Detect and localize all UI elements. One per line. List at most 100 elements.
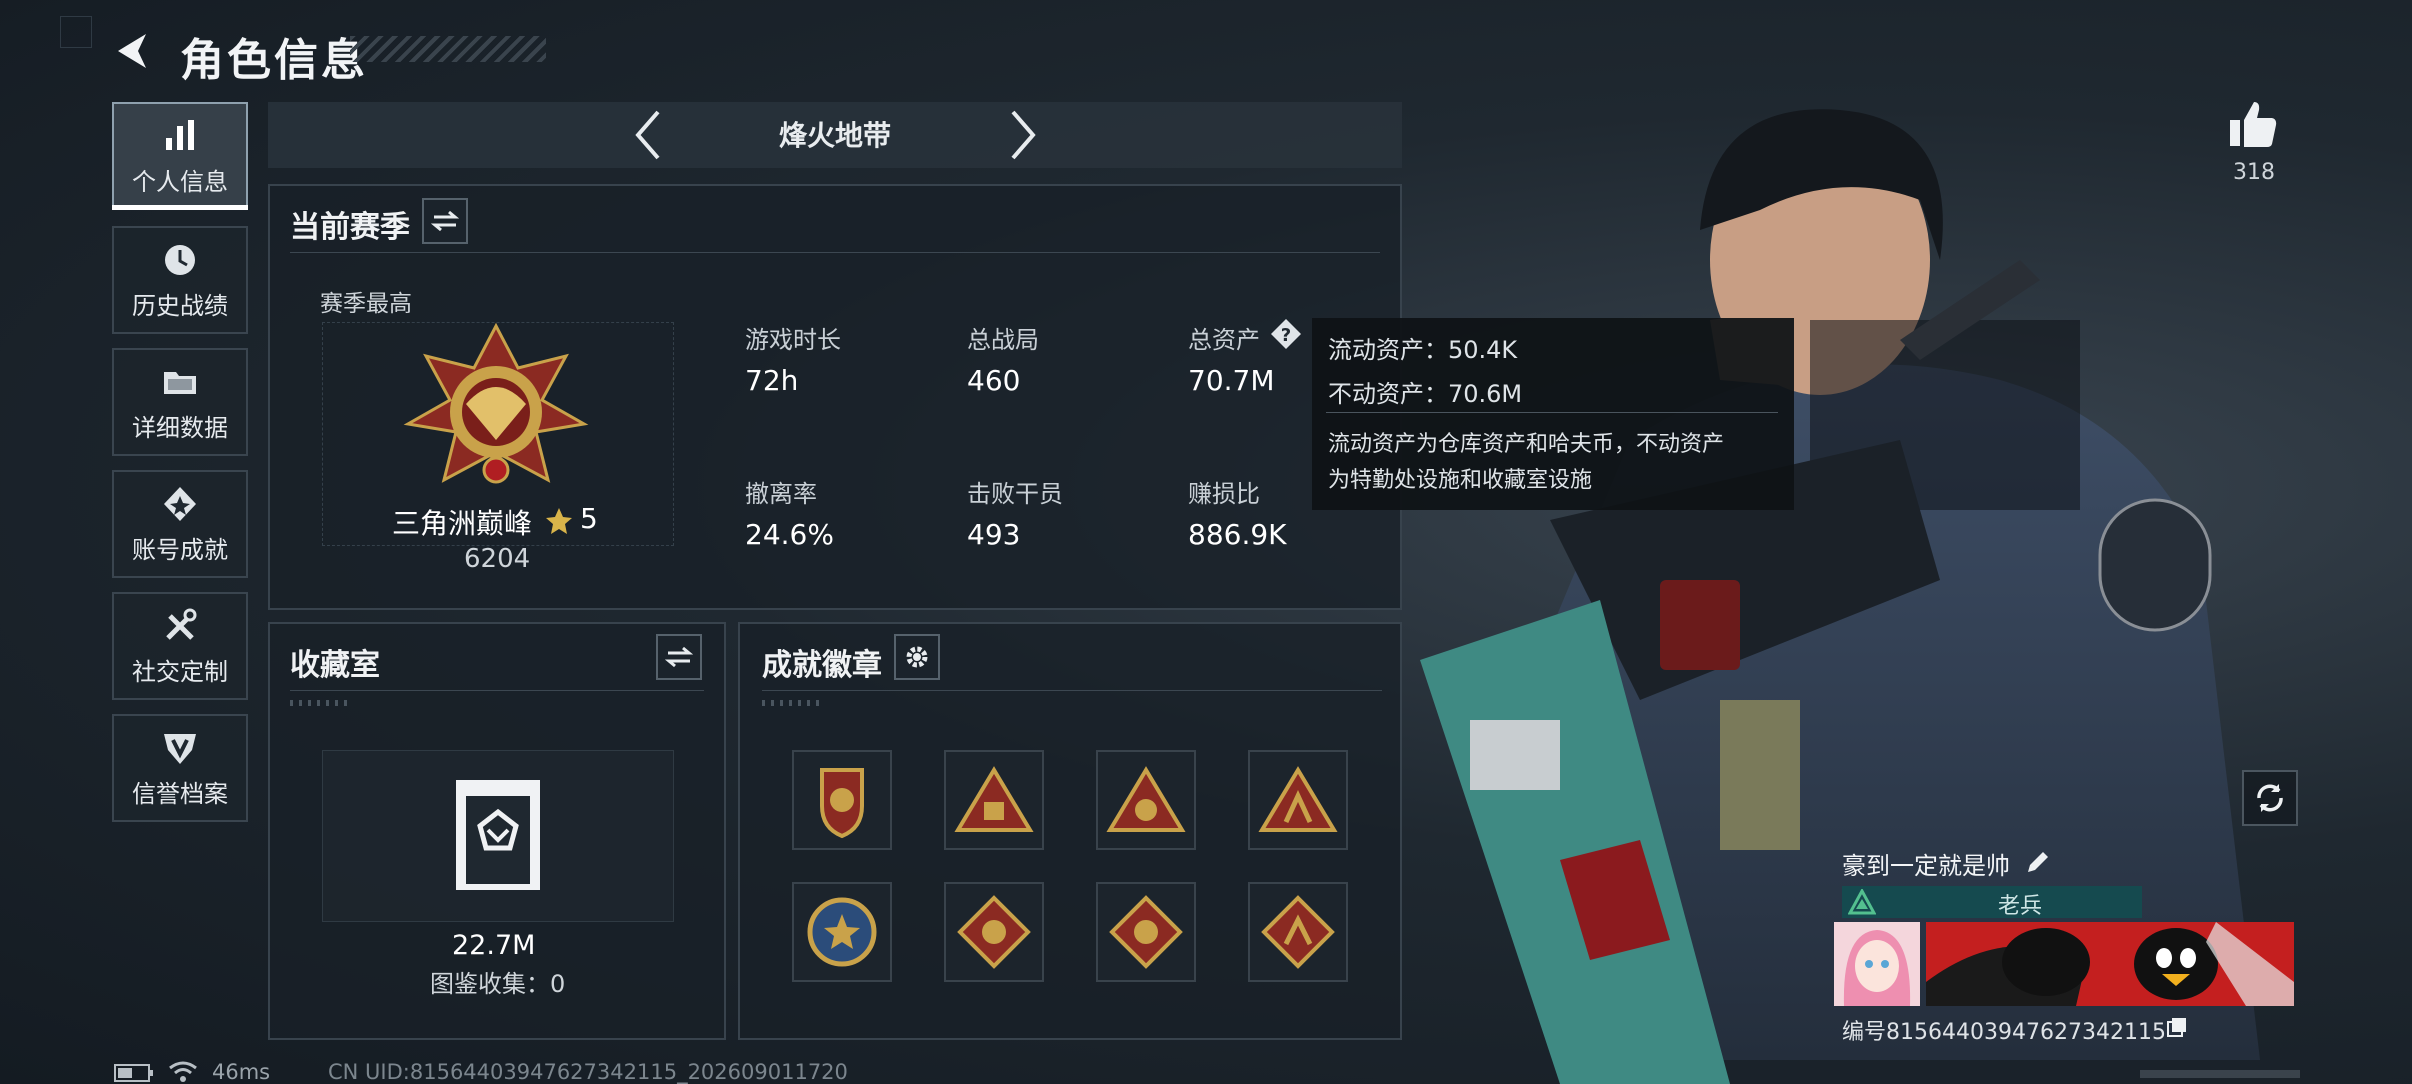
stat-value-operators-defeated: 493 [967,518,1021,551]
round-badge-icon [807,897,877,967]
rank-stars: 5 [580,502,598,535]
tooltip-fixed-assets: 不动资产：70.6M [1328,380,1523,408]
nav-label: 信誉档案 [132,779,228,808]
nav-item-match-history[interactable]: 历史战绩 [112,226,248,334]
pencil-icon [2028,852,2048,872]
refresh-icon [2257,784,2283,812]
catalog-count: 图鉴收集：0 [430,970,566,998]
wifi-icon [169,1061,197,1082]
bar-chart-icon [166,119,194,150]
tools-icon [166,608,197,640]
achievement-badge[interactable] [1248,750,1348,850]
thumbs-up-icon [2230,102,2277,147]
refresh-model-button[interactable] [2242,770,2298,826]
stat-value-profit-loss-ratio: 886.9K [1188,518,1287,551]
nav-label: 个人信息 [132,167,228,196]
divider [762,690,1382,691]
page-title: 角色信息 [180,35,368,86]
collection-title: 收藏室 [290,648,380,683]
triangle-badge-icon [954,766,1034,832]
svg-text:?: ? [1281,325,1291,346]
title-decoration [350,36,546,62]
nav-item-detailed-data[interactable]: 详细数据 [112,348,248,456]
nav-item-personal-info[interactable]: 个人信息 [112,102,248,210]
player-banner [1926,922,2294,1006]
player-avatar[interactable] [1834,922,1920,1006]
nav-item-reputation-file[interactable]: 信誉档案 [112,714,248,822]
emblem-badge-icon [820,768,864,839]
ping-value: 46ms [212,1060,271,1084]
mode-next-button[interactable] [1003,108,1043,162]
collection-room-icon [456,780,540,890]
swap-icon [665,646,693,668]
diamond-badge-icon [1261,895,1335,969]
question-diamond-icon: ? [1271,319,1301,349]
stat-value-total-matches: 460 [967,364,1021,397]
collection-value: 22.7M [452,930,536,961]
copy-id-button[interactable] [2166,1016,2188,1038]
nav-item-account-achievements[interactable]: 账号成就 [112,470,248,578]
nav-label: 账号成就 [132,535,228,564]
diamond-badge-icon [957,895,1031,969]
achievement-badge[interactable] [792,750,892,850]
achievement-icon [164,486,196,521]
achievement-badge[interactable] [792,882,892,982]
stat-label-total-assets: 总资产 [1188,326,1260,354]
player-rank: 老兵 [1997,894,2042,919]
tooltip-desc-line1: 流动资产为仓库资产和哈夫币，不动资产 [1328,432,1725,457]
player-id: 编号8156440394762734211​5 [1842,1020,2166,1045]
achievement-badge[interactable] [1248,882,1348,982]
achievements-title: 成就徽章 [762,648,882,683]
rank-name: 三角洲巅峰 [392,507,533,540]
achievement-badge[interactable] [1096,882,1196,982]
mode-name: 烽火地带 [778,119,891,152]
achievements-settings-button[interactable] [894,634,940,680]
star-icon [546,508,572,534]
back-arrow-icon [118,34,146,68]
stat-label-operators-defeated: 击败干员 [967,480,1063,508]
nav-item-social-customization[interactable]: 社交定制 [112,592,248,700]
triangle-badge-icon [1106,766,1186,832]
rank-medal-icon [403,322,589,484]
stat-label-total-matches: 总战局 [967,326,1039,354]
like-button[interactable] [2226,98,2280,152]
season-best-label: 赛季最高 [320,291,412,317]
achievement-badge[interactable] [944,750,1044,850]
copy-icon [2167,1018,2186,1037]
rank-triangle-icon [1848,889,1876,915]
folder-icon [164,371,196,394]
anime-avatar-icon [1843,930,1911,1006]
edit-name-button[interactable] [2024,848,2052,876]
uid-text: CN UID:8156440394762734211​5_20260901172… [328,1060,848,1084]
collection-switch-button[interactable] [656,634,702,680]
mode-prev-button[interactable] [628,108,668,162]
divider-dots [762,700,822,706]
tooltip-divider [1326,412,1778,413]
stat-value-total-assets: 70.7M [1188,364,1275,397]
nav-label: 历史战绩 [132,291,228,320]
diamond-badge-icon [1109,895,1183,969]
nav-label: 社交定制 [132,657,228,686]
battery-icon [114,1064,153,1082]
asset-info-button[interactable]: ? [1270,318,1302,350]
chevron-right-icon [1011,110,1036,160]
season-panel-title: 当前赛季 [290,210,410,245]
corner-frame [60,16,92,48]
clock-history-icon [165,244,195,275]
player-name: 豪到一定就是帅 [1842,852,2010,880]
divider [290,252,1380,253]
gear-icon [906,646,928,668]
stat-label-profit-loss-ratio: 赚损比 [1188,480,1260,508]
back-button[interactable] [110,28,156,74]
nav-label: 详细数据 [132,413,228,442]
floor-light [2140,1070,2300,1078]
triangle-badge-icon [1258,766,1338,832]
achievement-badge[interactable] [1096,750,1196,850]
penguin-banner-icon [1926,922,2294,1006]
divider [290,690,704,691]
tooltip-desc-line2: 为特勤处设施和收藏室设施 [1328,468,1593,493]
achievement-badge[interactable] [944,882,1044,982]
season-switch-button[interactable] [422,198,468,244]
swap-icon [431,210,459,232]
stat-label-extraction-rate: 撤离率 [745,480,817,508]
